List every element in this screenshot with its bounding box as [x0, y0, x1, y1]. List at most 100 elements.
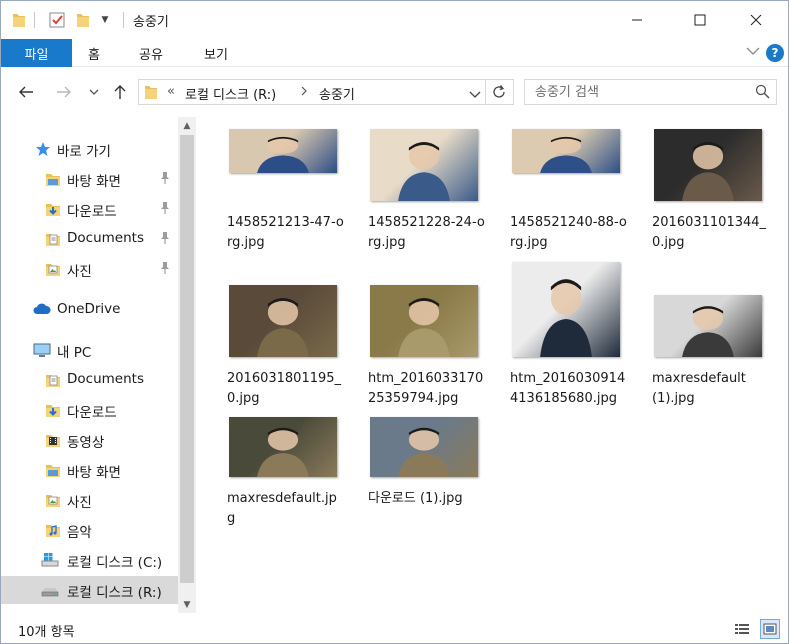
up-arrow-icon [114, 85, 126, 99]
window-title: 송중기 [133, 15, 169, 30]
back-button[interactable] [15, 79, 37, 105]
file-name-line: maxresdefault.jp [227, 491, 337, 506]
up-button[interactable] [110, 79, 130, 105]
file-name-line: htm_2016030914 [510, 371, 626, 386]
close-button[interactable] [733, 1, 779, 39]
sidebar-item[interactable]: 바로 가기 [1, 135, 176, 163]
sidebar-item-label: 다운로드 [67, 405, 117, 421]
separator [34, 12, 35, 28]
image-thumbnail[interactable] [370, 417, 478, 477]
sidebar-item[interactable]: 다운로드 [1, 195, 176, 223]
separator [485, 80, 486, 104]
sidebar-item-label: 내 PC [57, 345, 92, 361]
sidebar-item[interactable]: 사진 [1, 486, 176, 514]
help-button[interactable]: ? [766, 44, 784, 62]
image-thumbnail[interactable] [512, 262, 620, 357]
sidebar-item[interactable]: 바탕 화면 [1, 165, 176, 193]
sidebar-item[interactable]: 사진 [1, 255, 176, 283]
documents-icon [45, 231, 61, 247]
search-icon[interactable] [755, 84, 770, 103]
file-name-line: 4136185680.jpg [510, 391, 617, 406]
tab-share[interactable]: 공유 [139, 39, 163, 67]
breadcrumb-overflow[interactable]: « [167, 84, 175, 99]
search-box[interactable] [524, 79, 777, 105]
scrollbar-thumb[interactable] [180, 135, 194, 583]
scroll-up-arrow-icon[interactable]: ▲ [178, 117, 196, 134]
search-input[interactable] [525, 80, 747, 104]
expand-ribbon-icon[interactable] [746, 45, 760, 59]
file-name-line: 0.jpg [227, 391, 260, 406]
sidebar-item-label: 음악 [67, 525, 92, 541]
ribbon-tabs: 파일 홈 공유 보기 ? [1, 39, 788, 67]
chevron-down-icon [89, 89, 99, 95]
sidebar-item-label: Documents [67, 230, 144, 246]
folder-icon [11, 11, 27, 29]
image-thumbnail[interactable] [229, 417, 337, 477]
sidebar-item[interactable]: OneDrive [1, 296, 176, 324]
large-icons-view-button[interactable] [760, 619, 780, 639]
new-folder-icon[interactable] [75, 11, 91, 29]
pin-icon [159, 171, 171, 188]
sidebar-item[interactable]: 다운로드 [1, 396, 176, 424]
status-bar: 10개 항목 [1, 613, 788, 643]
sidebar-item[interactable]: Documents [1, 366, 176, 394]
pin-icon [159, 201, 171, 218]
customize-toolbar-icon[interactable]: ▼ [99, 11, 111, 29]
sidebar-item-label: 동영상 [67, 435, 105, 451]
address-dropdown-icon[interactable] [469, 88, 481, 103]
download-folder-icon [45, 201, 61, 217]
navigation-pane: 바로 가기 바탕 화면 다운로드 Documents 사진 OneDrive 내 PC Doc… [1, 117, 197, 613]
file-name-line: 2016031801195_ [227, 371, 342, 386]
file-name-line: (1).jpg [652, 391, 695, 406]
file-list: 1458521213-47-org.jpg1458521213-47-org.j… [198, 117, 788, 613]
file-name: htm_2016030914 4136185680.jpg [508, 369, 644, 409]
music-icon [45, 522, 61, 538]
sidebar-item[interactable]: 음악 [1, 516, 176, 544]
tab-view[interactable]: 보기 [204, 39, 228, 67]
image-thumbnail[interactable] [229, 285, 337, 357]
sidebar-item-label: 바탕 화면 [67, 174, 121, 190]
navigation-pane-scrollbar[interactable]: ▲ ▼ [178, 117, 196, 613]
sidebar-item[interactable]: Documents [1, 225, 176, 253]
image-thumbnail[interactable] [654, 295, 762, 357]
forward-button[interactable] [53, 79, 75, 105]
image-thumbnail[interactable] [370, 285, 478, 357]
properties-icon[interactable] [47, 11, 67, 29]
sidebar-item[interactable]: 로컬 디스크 (C:) [1, 546, 176, 574]
file-name-line: 다운로드 (1).jpg [368, 491, 463, 506]
sidebar-item[interactable]: 바탕 화면 [1, 456, 176, 484]
scroll-down-arrow-icon[interactable]: ▼ [178, 596, 196, 613]
breadcrumb-separator-icon[interactable] [300, 85, 308, 101]
tab-file[interactable]: 파일 [1, 39, 72, 67]
maximize-icon [694, 14, 706, 26]
breadcrumb-drive[interactable]: 로컬 디스크 (R:) [185, 84, 276, 103]
star-icon [35, 141, 51, 157]
folder-icon [144, 84, 158, 104]
refresh-icon[interactable] [491, 84, 507, 104]
address-bar[interactable]: « 로컬 디스크 (R:) 송중기 [138, 79, 514, 105]
recent-locations-button[interactable] [87, 79, 101, 105]
explorer-window: ▼ 송중기 파일 홈 공유 보기 ? « 로컬 디스크 (R:) 송중기 송중기… [0, 0, 789, 644]
file-name: 2016031801195_ 0.jpg [225, 369, 361, 409]
drive-icon [41, 582, 59, 598]
file-item[interactable]: maxresdefault.jp gmaxresdefault.jp g [225, 117, 361, 526]
file-item[interactable]: htm_2016030914 4136185680.jpghtm_20160309… [508, 117, 644, 406]
item-count: 10개 항목 [18, 625, 75, 640]
file-item[interactable]: 다운로드 (1).jpg다운로드 (1).jpg [366, 117, 502, 506]
file-name: maxresdefault.jp g [225, 489, 361, 529]
file-name-line: htm_2016033170 [368, 371, 484, 386]
sidebar-item[interactable]: 동영상 [1, 426, 176, 454]
details-view-button[interactable] [732, 619, 752, 639]
tab-home[interactable]: 홈 [88, 39, 100, 67]
maximize-button[interactable] [677, 1, 723, 39]
file-item[interactable]: maxresdefault (1).jpgmaxresdefault (1).jp… [650, 117, 786, 406]
videos-icon [45, 432, 61, 448]
file-name: htm_2016033170 25359794.jpg [366, 369, 502, 409]
minimize-button[interactable] [614, 1, 660, 39]
pin-icon [159, 261, 171, 278]
pictures-icon [45, 492, 61, 508]
sidebar-item[interactable]: 내 PC [1, 336, 176, 364]
sidebar-item[interactable]: 로컬 디스크 (R:) [1, 576, 178, 604]
breadcrumb-current-folder[interactable]: 송중기 [319, 84, 355, 103]
sidebar-item-label: 다운로드 [67, 204, 117, 220]
